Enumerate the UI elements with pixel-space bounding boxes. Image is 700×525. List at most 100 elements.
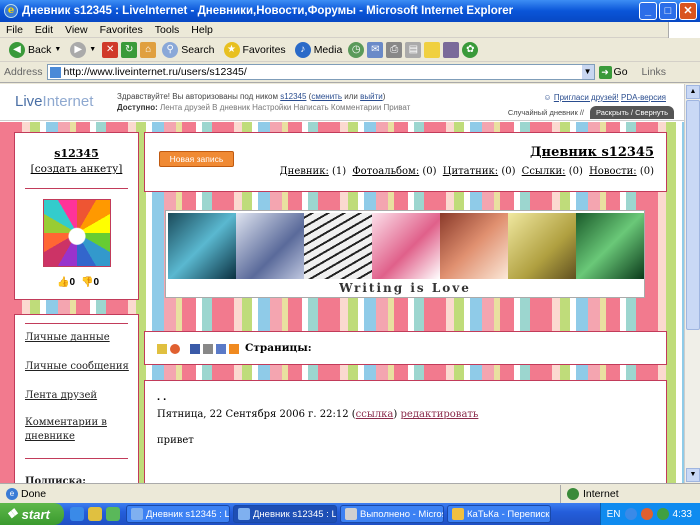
scroll-down-icon[interactable]: ▼ [686,468,700,482]
sidebar-item-messages[interactable]: Личные сообщения [25,360,130,374]
post-date: Пятница, 22 Сентября 2006 г. 22:12 [157,409,349,420]
invite-friends-link[interactable]: Пригласи друзей! [554,93,619,102]
sidebar-item-comments[interactable]: Комментарии в дневнике [25,416,130,444]
tab-expand-collapse[interactable]: Раскрыть / Свернуть [589,106,674,119]
access-links[interactable]: Лента друзей В дневник Настройки Написат… [160,103,410,112]
invite-icon: ☺ [543,93,552,102]
diary-count-link[interactable]: Дневник: [280,166,329,177]
home-icon[interactable]: ⌂ [140,41,157,58]
window-titlebar[interactable]: e Дневник s12345 : LiveInternet - Дневни… [0,0,700,22]
save-icon[interactable] [216,344,226,354]
antivirus-icon[interactable] [640,508,653,520]
menu-favorites[interactable]: Favorites [94,24,149,36]
network-icon[interactable] [624,508,637,520]
media-button[interactable]: ♪ Media [292,41,346,58]
start-label: start [21,506,50,522]
sidebar-item-friends-feed[interactable]: Лента друзей [25,389,130,403]
task-button[interactable]: Выполнено - Microso... [340,505,444,523]
sidebar-item-personal-data[interactable]: Личные данные [25,331,130,345]
scroll-up-icon[interactable]: ▲ [686,85,700,99]
profile-username[interactable]: s12345 [15,147,138,160]
banner-photo-dictionary [304,213,372,279]
refresh-icon[interactable]: ↻ [121,41,138,58]
vertical-scrollbar[interactable]: ▲ ▼ [684,84,700,483]
desktop-quicklaunch-icon[interactable] [88,507,102,521]
back-button[interactable]: ◀ Back ▼ [6,41,64,58]
task-button[interactable]: КаТьКа - Переписка [447,505,551,523]
favorites-button[interactable]: ★ Favorites [221,41,289,58]
rss-icon[interactable] [229,344,239,354]
ie-quicklaunch-icon[interactable] [70,507,84,521]
clock[interactable]: 4:33 [673,509,692,520]
logout-link[interactable]: выйти [360,92,383,101]
go-label: Go [613,66,628,78]
post-edit-link[interactable]: редактировать [401,409,479,420]
smiley-icon[interactable] [170,344,180,354]
forward-button[interactable]: ▶ ▼ [67,41,99,58]
address-dropdown-icon[interactable]: ▼ [581,65,594,79]
photoalbum-count-value: (0) [422,166,437,177]
new-post-button[interactable]: Новая запись [159,151,234,167]
quotes-count-link[interactable]: Цитатник: [443,166,498,177]
sidebar-nav: Личные данные Личные сообщения Лента дру… [14,314,139,483]
messenger-icon[interactable] [443,41,460,58]
create-profile-link[interactable]: [создать анкету] [15,163,138,175]
close-button[interactable]: ✕ [679,2,697,20]
go-arrow-icon: ➜ [598,65,612,79]
ie-task-icon [131,508,143,520]
menu-file[interactable]: File [0,24,29,36]
page-viewport: LiveInternet Здравствуйте! Вы авторизова… [0,84,684,483]
task-label: Дневник s12345 : Li... [253,508,337,520]
go-button[interactable]: ➜ Go [595,65,632,79]
search-button[interactable]: ⚲ Search [159,41,217,58]
banner-text: Writing is Love [166,281,644,297]
minimize-button[interactable]: _ [639,2,657,20]
media-quicklaunch-icon[interactable] [106,507,120,521]
menu-view[interactable]: View [59,24,94,36]
photoalbum-count-link[interactable]: Фотоальбом: [352,166,419,177]
scroll-thumb[interactable] [686,100,700,330]
maximize-button[interactable]: □ [659,2,677,20]
back-icon[interactable] [157,344,167,354]
research-icon[interactable]: ✿ [462,41,479,58]
avatar[interactable] [43,199,111,267]
forward-arrow-icon: ▶ [70,41,87,58]
language-indicator[interactable]: EN [607,509,621,520]
links-button[interactable]: Links [642,66,667,78]
banner-photo-pencils [168,213,236,279]
bookmark-icon[interactable] [190,344,200,354]
links-count-link[interactable]: Ссылки: [522,166,566,177]
news-count-link[interactable]: Новости: [589,166,637,177]
media-label: Media [313,43,343,56]
stop-icon[interactable]: ✕ [102,41,119,58]
address-input[interactable]: http://www.liveinternet.ru/users/s12345/… [46,64,595,80]
thumbs-down-icon[interactable]: 👎0 [81,277,99,288]
messenger-tray-icon[interactable] [656,508,669,520]
back-arrow-icon: ◀ [9,41,25,58]
menu-tools[interactable]: Tools [149,24,186,36]
change-user-link[interactable]: сменить [311,92,342,101]
print-icon[interactable]: ⎙ [386,41,403,58]
quotes-count-value: (0) [501,166,516,177]
history-icon[interactable]: ◷ [348,41,365,58]
mail-icon[interactable]: ✉ [367,41,384,58]
tab-random-diary[interactable]: Случайный дневник // [502,106,590,119]
task-button-active[interactable]: Дневник s12345 : Li... [233,505,337,523]
greeting-nick-link[interactable]: s12345 [280,92,306,101]
discuss-icon[interactable] [424,41,441,58]
thumbs-up-icon[interactable]: 👍0 [57,277,75,288]
pages-label: Страницы: [245,342,312,354]
ie-task-icon [238,508,250,520]
diary-title[interactable]: Дневник s12345 [530,145,654,160]
task-button[interactable]: Дневник s12345 : Li... [126,505,230,523]
pda-version-link[interactable]: PDA-версия [621,93,666,102]
chat-task-icon [452,508,464,520]
post-permalink[interactable]: ссылка [356,409,394,420]
start-button[interactable]: ❖ start [0,503,64,525]
menu-help[interactable]: Help [185,24,219,36]
access-menu: Доступно: Лента друзей В дневник Настрой… [117,103,410,112]
menu-edit[interactable]: Edit [29,24,59,36]
edit-icon[interactable]: ▤ [405,41,422,58]
print-icon[interactable] [203,344,213,354]
liveinternet-logo[interactable]: LiveInternet [15,93,93,110]
